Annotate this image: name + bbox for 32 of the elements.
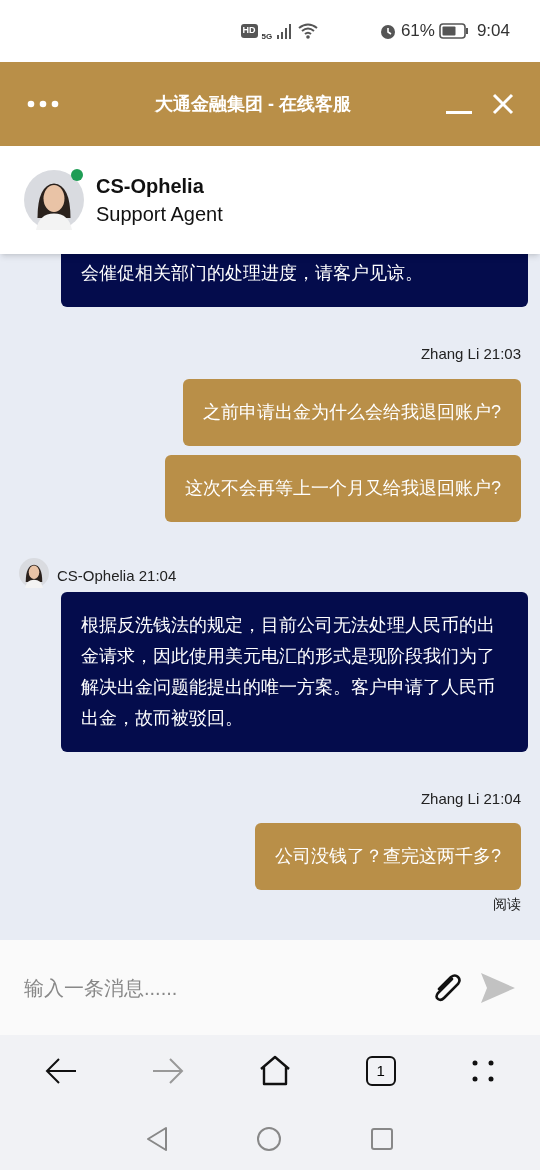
message-bubble: 这次不会再等上一个月又给我退回账户? — [165, 454, 521, 522]
tabs-button[interactable]: 1 — [365, 1056, 396, 1086]
battery-percent: 61% — [400, 20, 435, 43]
message-bubble: 公司没钱了？查完这两千多? — [255, 823, 521, 890]
nav-home-icon[interactable] — [256, 1125, 282, 1152]
alarm-icon — [378, 22, 397, 40]
agent-role: Support Agent — [96, 202, 223, 227]
back-icon[interactable] — [45, 1057, 78, 1085]
sender-time: Zhang Li 21:03 — [420, 344, 521, 364]
nav-back-icon[interactable] — [146, 1125, 168, 1152]
wifi-icon — [298, 23, 319, 39]
nav-recents-icon[interactable] — [370, 1126, 394, 1151]
close-icon[interactable] — [492, 93, 514, 115]
send-icon[interactable] — [480, 971, 516, 1004]
sender-time: Zhang Li 21:04 — [420, 788, 521, 809]
agent-name: CS-Ophelia — [96, 174, 205, 199]
battery-icon — [438, 23, 469, 39]
more-icon[interactable] — [470, 1059, 495, 1083]
avatar-icon — [24, 170, 84, 230]
network-type: 5G — [261, 31, 273, 43]
message-bubble: 根据反洗钱法的规定，目前公司无法处理人民币的出金请求，因此使用美元电汇的形式是现阶段我们为了解决出金问题能提出的唯一方案。客户申请了人民币出金，故而被驳回。 — [61, 591, 528, 752]
window-title: 大通金融集团 - 在线客服 — [154, 92, 352, 116]
message-input[interactable]: 输入一条消息...... — [24, 972, 414, 1003]
sender-time: CS-Ophelia 21:04 — [57, 566, 177, 586]
home-icon[interactable] — [259, 1055, 291, 1087]
message-bubble: 会催促相关部门的处理进度，请客户见谅。 — [61, 254, 528, 307]
message-bubble: 之前申请出金为什么会给我退回账户? — [183, 378, 521, 446]
read-receipt: 阅读 — [493, 895, 521, 914]
clock-time: 9:04 — [476, 20, 510, 43]
forward-icon[interactable] — [152, 1057, 185, 1085]
avatar-icon — [19, 557, 49, 588]
hd-icon: HD — [240, 24, 258, 38]
